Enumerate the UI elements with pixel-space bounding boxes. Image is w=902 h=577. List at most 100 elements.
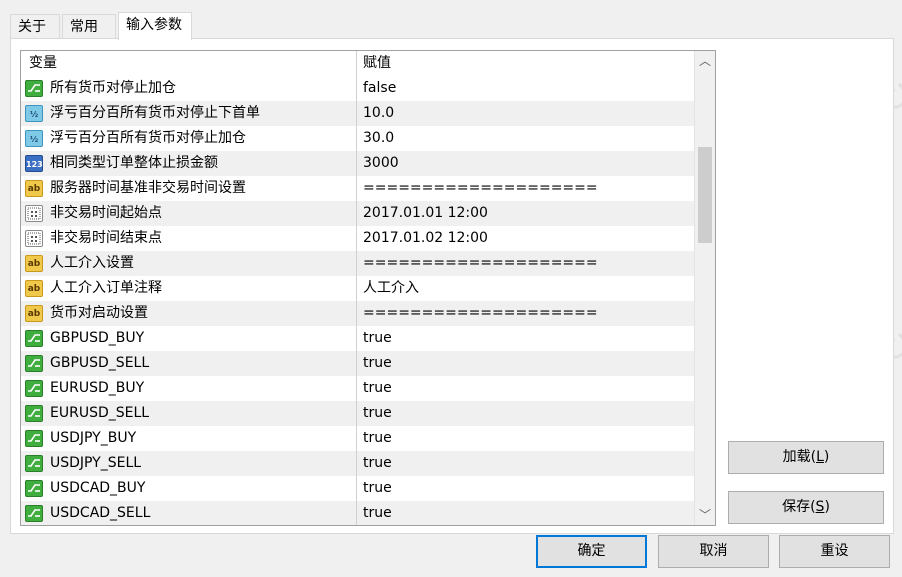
- column-header-value[interactable]: 赋值: [357, 51, 694, 76]
- save-button-label: 保存(S): [782, 499, 830, 515]
- parameter-value[interactable]: false: [357, 76, 694, 101]
- toggle-icon: [25, 405, 43, 422]
- tab-about[interactable]: 关于: [10, 14, 60, 38]
- parameter-value[interactable]: true: [357, 476, 694, 501]
- parameter-name-cell: ab 人工介入订单注释: [21, 276, 357, 301]
- parameter-name: USDJPY_SELL: [50, 455, 142, 471]
- parameter-name: 浮亏百分百所有货币对停止下首单: [50, 105, 260, 121]
- parameter-name: 非交易时间起始点: [50, 205, 162, 221]
- parameter-name: 相同类型订单整体止损金额: [50, 155, 218, 171]
- parameter-value[interactable]: true: [357, 376, 694, 401]
- vertical-scrollbar[interactable]: ︿ ﹀: [694, 51, 715, 525]
- parameter-value[interactable]: ====================: [357, 176, 694, 201]
- parameter-name-cell: GBPUSD_SELL: [21, 351, 357, 376]
- toggle-icon: [25, 430, 43, 447]
- parameter-value[interactable]: true: [357, 351, 694, 376]
- scroll-down-icon[interactable]: ﹀: [695, 505, 715, 525]
- table-row[interactable]: ab 货币对启动设置 ====================: [21, 301, 694, 326]
- column-header-variable[interactable]: 变量: [21, 51, 357, 76]
- datetime-icon: [25, 205, 43, 222]
- table-row[interactable]: ½ 浮亏百分百所有货币对停止下首单 10.0: [21, 101, 694, 126]
- reset-button[interactable]: 重设: [779, 535, 890, 568]
- string-type-icon: ab: [25, 280, 43, 297]
- parameter-value[interactable]: true: [357, 451, 694, 476]
- table-row[interactable]: EURUSD_SELL true: [21, 401, 694, 426]
- parameter-value[interactable]: 10.0: [357, 101, 694, 126]
- datetime-icon: [25, 230, 43, 247]
- parameter-value[interactable]: ====================: [357, 251, 694, 276]
- table-row[interactable]: ab 服务器时间基准非交易时间设置 ====================: [21, 176, 694, 201]
- parameter-value[interactable]: true: [357, 501, 694, 525]
- double-type-icon: ½: [25, 105, 43, 122]
- toggle-icon: [25, 330, 43, 347]
- parameter-name-cell: 非交易时间起始点: [21, 201, 357, 226]
- string-type-icon: ab: [25, 180, 43, 197]
- double-type-icon: ½: [25, 130, 43, 147]
- scroll-up-icon[interactable]: ︿: [695, 51, 715, 71]
- parameter-name-cell: 123 相同类型订单整体止损金额: [21, 151, 357, 176]
- save-button[interactable]: 保存(S): [728, 491, 884, 524]
- parameter-name-cell: USDCAD_SELL: [21, 501, 357, 525]
- integer-type-icon: 123: [25, 155, 43, 172]
- parameter-value[interactable]: true: [357, 401, 694, 426]
- table-row[interactable]: USDCAD_SELL true: [21, 501, 694, 525]
- parameter-name: 人工介入设置: [50, 255, 134, 271]
- parameter-name-cell: GBPUSD_BUY: [21, 326, 357, 351]
- parameter-name-cell: 所有货币对停止加仓: [21, 76, 357, 101]
- parameter-name: USDCAD_BUY: [50, 480, 146, 496]
- parameter-name: 服务器时间基准非交易时间设置: [50, 180, 246, 196]
- parameter-name: EURUSD_SELL: [50, 405, 150, 421]
- table-row[interactable]: ½ 浮亏百分百所有货币对停止加仓 30.0: [21, 126, 694, 151]
- table-row[interactable]: ab 人工介入订单注释 人工介入: [21, 276, 694, 301]
- load-button[interactable]: 加载(L): [728, 441, 884, 474]
- parameter-value[interactable]: 3000: [357, 151, 694, 176]
- parameter-name-cell: ab 货币对启动设置: [21, 301, 357, 326]
- parameter-value[interactable]: true: [357, 326, 694, 351]
- parameter-name-cell: USDCAD_BUY: [21, 476, 357, 501]
- parameter-name-cell: 非交易时间结束点: [21, 226, 357, 251]
- parameter-name: USDCAD_SELL: [50, 505, 151, 521]
- parameter-name-cell: EURUSD_SELL: [21, 401, 357, 426]
- table-row[interactable]: ab 人工介入设置 ====================: [21, 251, 694, 276]
- parameter-name: 浮亏百分百所有货币对停止加仓: [50, 130, 246, 146]
- parameter-name-cell: EURUSD_BUY: [21, 376, 357, 401]
- parameter-name-cell: ab 服务器时间基准非交易时间设置: [21, 176, 357, 201]
- string-type-icon: ab: [25, 305, 43, 322]
- toggle-icon: [25, 80, 43, 97]
- table-row[interactable]: GBPUSD_BUY true: [21, 326, 694, 351]
- string-type-icon: ab: [25, 255, 43, 272]
- parameter-name: GBPUSD_SELL: [50, 355, 150, 371]
- table-row[interactable]: USDJPY_SELL true: [21, 451, 694, 476]
- parameter-name: GBPUSD_BUY: [50, 330, 145, 346]
- table-row[interactable]: USDCAD_BUY true: [21, 476, 694, 501]
- load-button-label: 加载(L): [782, 449, 830, 465]
- table-row[interactable]: GBPUSD_SELL true: [21, 351, 694, 376]
- parameter-value[interactable]: true: [357, 426, 694, 451]
- parameter-value[interactable]: 人工介入: [357, 276, 694, 301]
- parameter-value[interactable]: ====================: [357, 301, 694, 326]
- tab-input-parameters[interactable]: 输入参数: [118, 12, 192, 40]
- scroll-thumb[interactable]: [698, 147, 712, 243]
- table-row[interactable]: EURUSD_BUY true: [21, 376, 694, 401]
- parameter-name: USDJPY_BUY: [50, 430, 137, 446]
- tab-common[interactable]: 常用: [62, 14, 116, 38]
- table-row[interactable]: 所有货币对停止加仓 false: [21, 76, 694, 101]
- parameter-value[interactable]: 2017.01.01 12:00: [357, 201, 694, 226]
- parameter-table: 变量 赋值 所有货币对停止加仓 false ½ 浮亏百分百所有货币对停止下首单 10.0…: [20, 50, 716, 526]
- toggle-icon: [25, 455, 43, 472]
- parameter-name-cell: USDJPY_SELL: [21, 451, 357, 476]
- table-row[interactable]: 非交易时间结束点 2017.01.02 12:00: [21, 226, 694, 251]
- parameter-name-cell: USDJPY_BUY: [21, 426, 357, 451]
- table-row[interactable]: USDJPY_BUY true: [21, 426, 694, 451]
- table-row[interactable]: 123 相同类型订单整体止损金额 3000: [21, 151, 694, 176]
- parameter-name-cell: ½ 浮亏百分百所有货币对停止下首单: [21, 101, 357, 126]
- parameter-name: 人工介入订单注释: [50, 280, 162, 296]
- toggle-icon: [25, 355, 43, 372]
- toggle-icon: [25, 480, 43, 497]
- ok-button[interactable]: 确定: [536, 535, 647, 568]
- parameter-value[interactable]: 2017.01.02 12:00: [357, 226, 694, 251]
- table-row[interactable]: 非交易时间起始点 2017.01.01 12:00: [21, 201, 694, 226]
- cancel-button[interactable]: 取消: [658, 535, 769, 568]
- parameter-value[interactable]: 30.0: [357, 126, 694, 151]
- parameter-name: 非交易时间结束点: [50, 230, 162, 246]
